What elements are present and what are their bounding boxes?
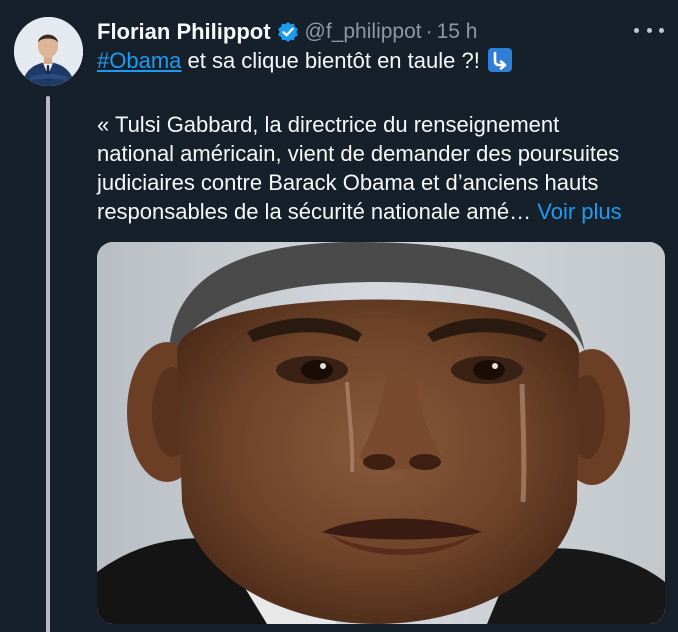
tweet-media-photo[interactable] — [97, 242, 665, 624]
tweet-body-line: national américain, vient de demander de… — [97, 141, 620, 166]
handle[interactable]: @f_philippot — [305, 20, 422, 44]
thread-line — [46, 96, 50, 632]
display-name[interactable]: Florian Philippot — [97, 19, 271, 45]
more-options-icon[interactable] — [634, 18, 664, 42]
tweet[interactable]: Florian Philippot @f_philippot · 15 h #O… — [0, 0, 678, 632]
tweet-body-line: responsables de la sécurité nationale am… — [97, 199, 532, 224]
timestamp[interactable]: 15 h — [437, 20, 478, 44]
tweet-body-line: judiciaires contre Barack Obama et d’anc… — [97, 170, 599, 195]
tweet-body-last-line: responsables de la sécurité nationale am… — [97, 197, 667, 226]
hashtag-link[interactable]: #Obama — [97, 48, 181, 73]
arrow-down-right-emoji-icon — [487, 48, 512, 72]
tweet-body: « Tulsi Gabbard, la directrice du rensei… — [97, 110, 667, 226]
verified-badge-icon — [277, 21, 299, 43]
separator-dot: · — [425, 20, 433, 43]
tweet-header: Florian Philippot @f_philippot · 15 h — [97, 14, 477, 50]
tweet-body-line: « Tulsi Gabbard, la directrice du rensei… — [97, 112, 560, 137]
show-more-link[interactable]: Voir plus — [531, 199, 621, 224]
tweet-first-line-text: et sa clique bientôt en taule ?! — [181, 48, 480, 73]
tweet-first-line: #Obama et sa clique bientôt en taule ?! — [97, 46, 512, 76]
avatar[interactable] — [14, 17, 83, 86]
